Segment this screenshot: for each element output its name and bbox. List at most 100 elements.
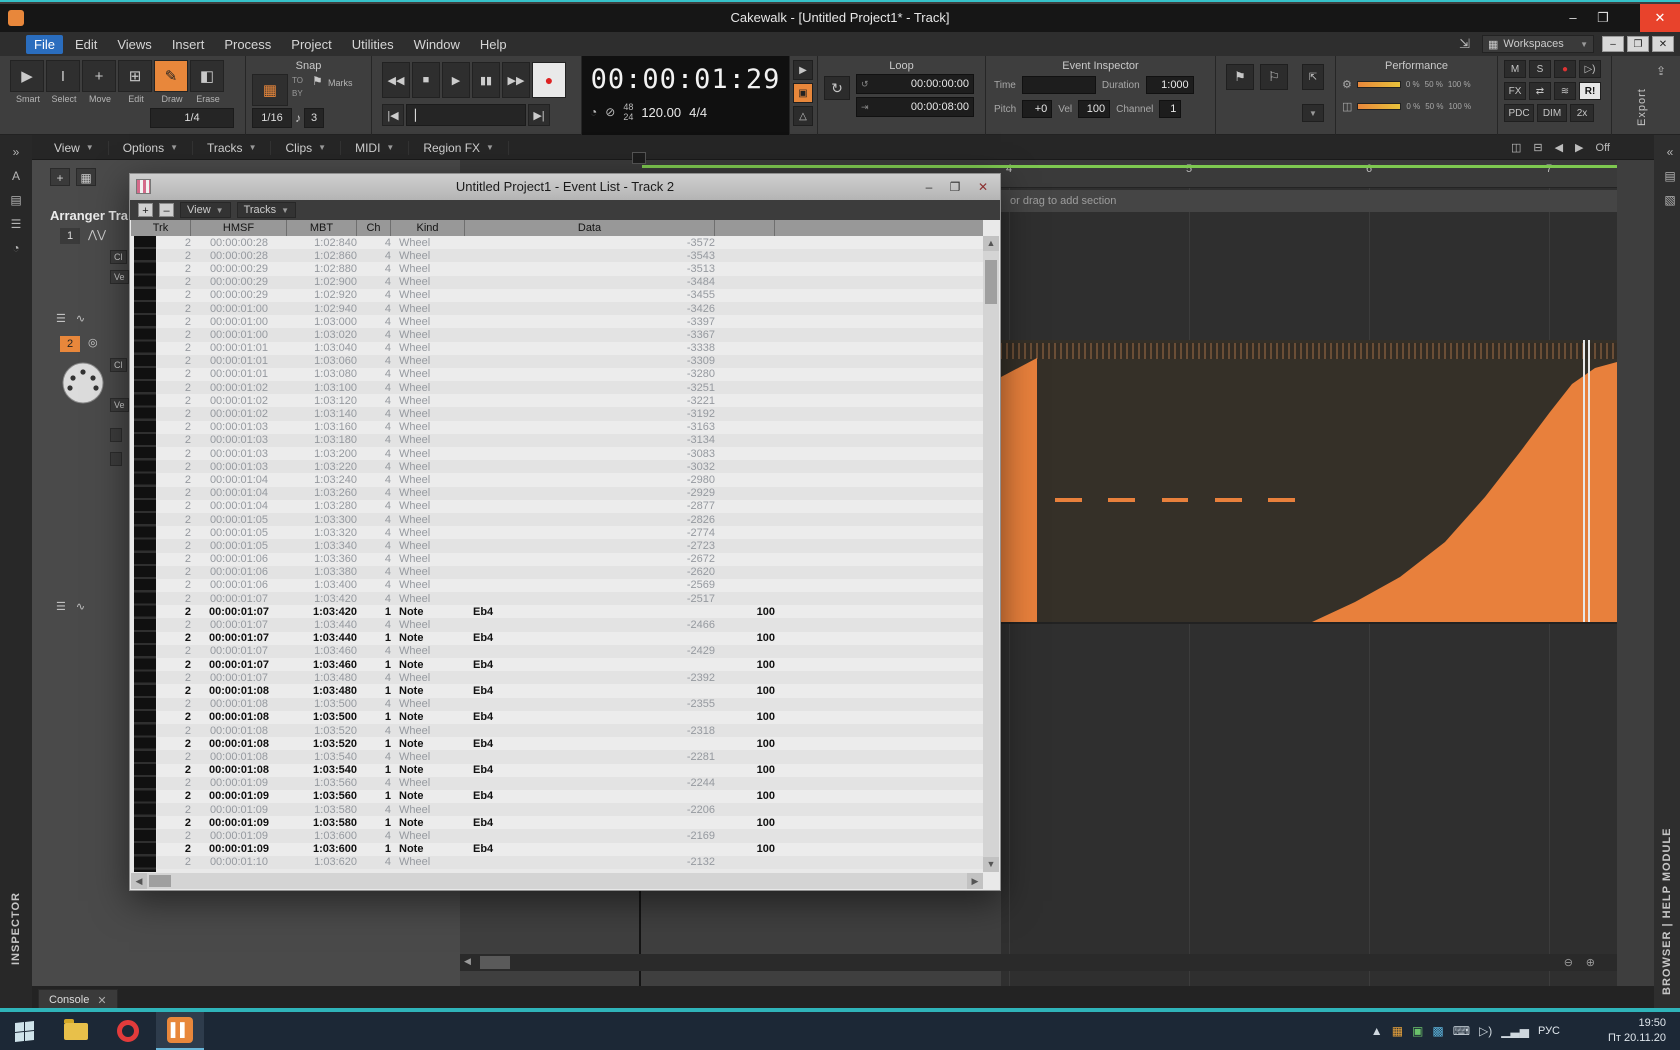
event-row[interactable]: 200:00:01:081:03:540 4Wheel-2281 <box>157 750 983 763</box>
tab-options[interactable]: Options▼ <box>109 141 193 155</box>
event-list-vscrollbar[interactable]: ▲ ▼ <box>983 236 999 872</box>
punch-in-button[interactable]: ⚑ <box>1226 64 1254 90</box>
event-row[interactable]: 200:00:01:011:03:080 4Wheel-3280 <box>157 368 983 381</box>
rewind-button[interactable]: ◀◀ <box>382 62 410 98</box>
dock-icon[interactable]: ⊟ <box>1533 141 1542 154</box>
console-tab[interactable]: Console ✕ <box>38 989 118 1010</box>
arranger-icon[interactable]: A <box>0 169 32 183</box>
now-time-display[interactable]: 00:00:01:29 <box>582 64 789 95</box>
event-row[interactable]: 200:00:01:031:03:200 4Wheel-3083 <box>157 447 983 460</box>
event-row[interactable]: 200:00:01:091:03:580 4Wheel-2206 <box>157 803 983 816</box>
taskbar-clock[interactable]: 19:50 Пт 20.11.20 <box>1608 1016 1666 1046</box>
loop-end-field[interactable]: ⇥ 00:00:08:00 <box>856 97 974 117</box>
workspaces-dropdown[interactable]: ▦ Workspaces ▼ <box>1482 35 1594 53</box>
event-row[interactable]: 200:00:01:031:03:180 4Wheel-3134 <box>157 434 983 447</box>
event-row[interactable]: 200:00:01:061:03:360 4Wheel-2672 <box>157 553 983 566</box>
event-row[interactable]: 200:00:01:021:03:100 4Wheel-3251 <box>157 381 983 394</box>
mixer-icon[interactable]: ▤ <box>0 193 32 207</box>
tray-expand-icon[interactable]: ▲ <box>1371 1024 1383 1038</box>
event-row[interactable]: 200:00:01:081:03:480 1NoteEb4 100 <box>157 684 983 697</box>
mdi-restore-button[interactable]: ❐ <box>1627 36 1649 52</box>
marks-flag-icon[interactable]: ⚑ <box>312 74 323 88</box>
event-row[interactable]: 200:00:01:061:03:380 4Wheel-2620 <box>157 566 983 579</box>
event-time-field[interactable] <box>1022 76 1096 94</box>
draw-tool-button[interactable]: ✎ <box>154 60 188 92</box>
menu-utilities[interactable]: Utilities <box>344 35 402 54</box>
event-view-dropdown[interactable]: View▼ <box>180 202 231 218</box>
grid-view-icon[interactable]: ◫ <box>1511 141 1521 154</box>
event-row[interactable]: 200:00:00:291:02:920 4Wheel-3455 <box>157 289 983 302</box>
col-ch[interactable]: Ch <box>357 220 391 236</box>
aim-assist-off-label[interactable]: Off <box>1596 142 1610 154</box>
scroll-left-icon[interactable]: ◀ <box>131 873 147 889</box>
playhead-grip[interactable] <box>632 152 646 164</box>
fullscreen-icon[interactable]: ⇲ <box>1459 36 1470 52</box>
event-row[interactable]: 200:00:01:021:03:140 4Wheel-3192 <box>157 407 983 420</box>
slash-mode-icon[interactable]: ⊘ <box>605 105 615 119</box>
event-row[interactable]: 200:00:01:001:02:940 4Wheel-3426 <box>157 302 983 315</box>
track1-number[interactable]: 1 <box>60 228 80 244</box>
ehscroll-thumb[interactable] <box>149 875 171 887</box>
arm-all-button[interactable]: ● <box>1554 60 1576 78</box>
event-row[interactable]: 200:00:01:071:03:420 1NoteEb4 100 <box>157 605 983 618</box>
col-kind[interactable]: Kind <box>391 220 465 236</box>
mdi-minimize-button[interactable]: – <box>1602 36 1624 52</box>
event-list-minimize-button[interactable]: – <box>916 178 942 196</box>
draw-resolution-dropdown[interactable]: 1/4 <box>150 108 234 128</box>
close-button[interactable]: ✕ <box>1640 4 1680 32</box>
snap-by-label[interactable]: BY <box>292 89 303 98</box>
scroll-down-icon[interactable]: ▼ <box>983 857 999 872</box>
transport-position-strip[interactable]: ▏ <box>406 104 526 126</box>
horizontal-scrollbar[interactable]: ◀ ⊖ ⊕ <box>460 954 1617 971</box>
list-icon[interactable]: ☰ <box>0 217 32 231</box>
track1-vel-fragment[interactable]: Ve <box>110 270 129 284</box>
edit-tool-button[interactable]: ⊞ <box>118 60 152 92</box>
network-icon[interactable]: ▁▃▅ <box>1501 1024 1529 1038</box>
cakewalk-taskbar-button[interactable]: ▌▌ <box>156 1012 204 1050</box>
event-list-close-button[interactable]: ✕ <box>970 178 996 196</box>
arranger-grid-button[interactable]: ▦ <box>76 168 96 186</box>
event-row[interactable]: 200:00:01:071:03:460 4Wheel-2429 <box>157 645 983 658</box>
col-trk[interactable]: Trk <box>131 220 191 236</box>
track1-edit-filter-icons[interactable]: ☰∿ <box>56 312 95 325</box>
event-row[interactable]: 200:00:01:061:03:400 4Wheel-2569 <box>157 579 983 592</box>
track2-clip-fragment[interactable]: Cl <box>110 358 127 372</box>
event-row[interactable]: 200:00:01:071:03:420 4Wheel-2517 <box>157 592 983 605</box>
dim-button[interactable]: DIM <box>1537 104 1567 122</box>
prev-arrow-icon[interactable]: ◀ <box>1555 141 1563 154</box>
tempo-display[interactable]: 120.00 <box>641 105 681 120</box>
event-vel-field[interactable]: 100 <box>1078 100 1110 118</box>
event-row[interactable]: 200:00:01:041:03:280 4Wheel-2877 <box>157 500 983 513</box>
tab-region-fx[interactable]: Region FX▼ <box>409 141 509 155</box>
zoom-out-icon[interactable]: ⊖ <box>1564 956 1573 969</box>
event-row[interactable]: 200:00:01:091:03:600 4Wheel-2169 <box>157 829 983 842</box>
file-explorer-button[interactable] <box>52 1012 100 1050</box>
event-list-titlebar[interactable]: Untitled Project1 - Event List - Track 2… <box>130 174 1000 200</box>
mdi-close-button[interactable]: ✕ <box>1652 36 1674 52</box>
scroll-thumb[interactable] <box>480 956 510 969</box>
track2-vel-fragment[interactable]: Ve <box>110 398 129 412</box>
event-row[interactable]: 200:00:01:081:03:500 1NoteEb4 100 <box>157 711 983 724</box>
event-channel-field[interactable]: 1 <box>1159 100 1181 118</box>
erase-tool-button[interactable]: ◧ <box>190 60 224 92</box>
snap-duration-dropdown[interactable]: 1/16 <box>252 108 292 128</box>
snap-triplet-button[interactable]: 3 <box>304 108 324 128</box>
maximize-button[interactable]: ❐ <box>1588 4 1618 32</box>
punch-dropdown[interactable]: ▼ <box>1302 104 1324 122</box>
scroll-left-icon[interactable]: ◀ <box>464 956 471 967</box>
track2-checkbox-2[interactable] <box>110 452 122 466</box>
wave-button[interactable]: ≋ <box>1554 82 1576 100</box>
menu-help[interactable]: Help <box>472 35 515 54</box>
export-label[interactable]: Export <box>1636 66 1648 126</box>
event-row[interactable]: 200:00:01:001:03:020 4Wheel-3367 <box>157 328 983 341</box>
menu-process[interactable]: Process <box>216 35 279 54</box>
event-row[interactable]: 200:00:01:081:03:520 4Wheel-2318 <box>157 724 983 737</box>
menu-insert[interactable]: Insert <box>164 35 213 54</box>
event-row[interactable]: 200:00:01:031:03:160 4Wheel-3163 <box>157 421 983 434</box>
stop-button[interactable]: ■ <box>412 62 440 98</box>
event-row[interactable]: 200:00:01:081:03:520 1NoteEb4 100 <box>157 737 983 750</box>
record-option-button[interactable]: ▣ <box>793 83 813 103</box>
insert-event-button[interactable]: + <box>138 203 153 217</box>
expand-panel-icon[interactable]: » <box>0 145 32 159</box>
event-row[interactable]: 200:00:01:071:03:440 4Wheel-2466 <box>157 618 983 631</box>
